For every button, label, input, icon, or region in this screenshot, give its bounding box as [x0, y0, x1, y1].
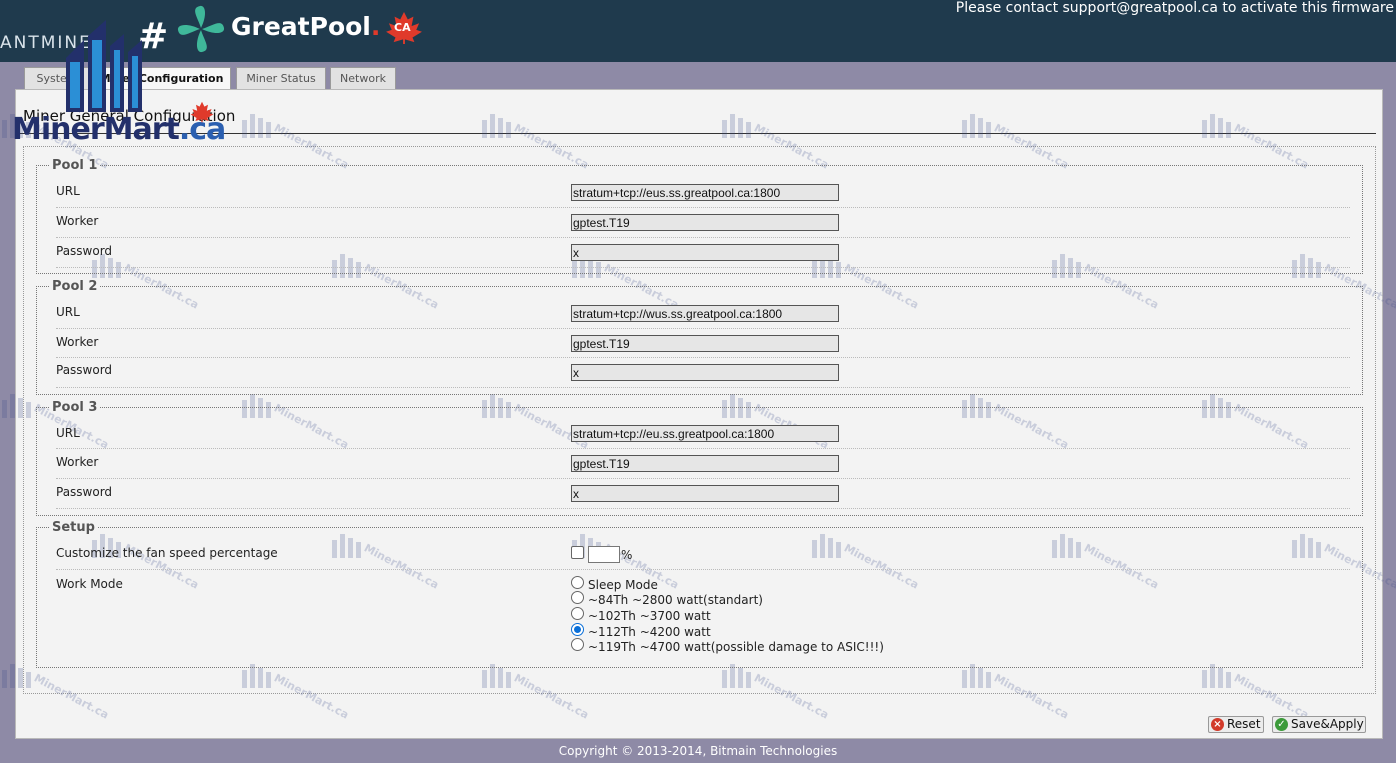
work-mode-label-sleep: Sleep Mode	[588, 578, 658, 592]
pool-1-worker-label: Worker	[56, 214, 99, 228]
pool-2-title: Pool 2	[52, 279, 98, 294]
fan-speed-label: Customize the fan speed percentage	[56, 546, 278, 560]
pool-3-password-label: Password	[56, 485, 113, 499]
pool-1-password-label: Password	[56, 244, 113, 258]
work-mode-label-102th: ~102Th ~3700 watt	[588, 609, 711, 623]
app-header: ANTMINER # GreatPool. CA Please contact …	[0, 0, 1396, 62]
pool-3-url-label: URL	[56, 426, 80, 440]
work-mode-radio-119th[interactable]	[571, 638, 584, 651]
pool-2-url-input[interactable]: stratum+tcp://wus.ss.greatpool.ca:1800	[571, 305, 839, 322]
fan-speed-checkbox[interactable]	[571, 546, 584, 559]
work-mode-label: Work Mode	[56, 577, 123, 591]
work-mode-label-119th: ~119Th ~4700 watt(possible damage to ASI…	[588, 640, 884, 654]
pool-1-url-input[interactable]: stratum+tcp://eus.ss.greatpool.ca:1800	[571, 184, 839, 201]
save-apply-button-label: Save&Apply	[1291, 717, 1364, 731]
tab-miner-status[interactable]: Miner Status	[236, 67, 326, 89]
maple-leaf-icon	[190, 101, 214, 123]
pool-2-worker-input[interactable]: gptest.T19	[571, 335, 839, 352]
pool-2-worker-label: Worker	[56, 335, 99, 349]
reset-button-label: Reset	[1227, 717, 1261, 731]
pool-3-worker-input[interactable]: gptest.T19	[571, 455, 839, 472]
reset-x-icon: ×	[1211, 718, 1224, 731]
footer-copyright: Copyright © 2013-2014, Bitmain Technolog…	[558, 744, 838, 758]
pool-1-worker-input[interactable]: gptest.T19	[571, 214, 839, 231]
fan-speed-input[interactable]	[588, 546, 620, 563]
setup-title: Setup	[52, 520, 95, 535]
fan-speed-row: Customize the fan speed percentage	[56, 540, 1350, 570]
minermart-name: MinerMart	[12, 112, 180, 147]
work-mode-radio-112th[interactable]	[571, 623, 584, 636]
fan-speed-unit: %	[621, 548, 633, 562]
greatpool-dot: .	[370, 12, 381, 41]
save-check-icon: ✓	[1275, 718, 1288, 731]
reset-button[interactable]: × Reset	[1208, 716, 1264, 733]
pool-1-title: Pool 1	[52, 158, 98, 173]
pool-3-password-input[interactable]: x	[571, 485, 839, 502]
ca-badge: CA	[394, 21, 411, 34]
pool-3-worker-label: Worker	[56, 455, 99, 469]
greatpool-logo-text: GreatPool.	[231, 12, 380, 41]
tab-network[interactable]: Network	[330, 67, 396, 89]
pool-1-password-input[interactable]: x	[571, 244, 839, 261]
work-mode-radio-102th[interactable]	[571, 607, 584, 620]
pool-3-title: Pool 3	[52, 400, 98, 415]
pool-2-password-input[interactable]: x	[571, 364, 839, 381]
clover-icon	[177, 5, 225, 53]
work-mode-radio-84th[interactable]	[571, 591, 584, 604]
minermart-bars-icon	[66, 20, 142, 112]
work-mode-radio-sleep[interactable]	[571, 576, 584, 589]
work-mode-label-112th: ~112Th ~4200 watt	[588, 625, 711, 639]
pool-2-url-label: URL	[56, 305, 80, 319]
greatpool-name: GreatPool	[231, 12, 371, 41]
activation-notice: Please contact support@greatpool.ca to a…	[955, 0, 1394, 16]
pool-1-url-label: URL	[56, 184, 80, 198]
work-mode-label-84th: ~84Th ~2800 watt(standart)	[588, 593, 763, 607]
save-apply-button[interactable]: ✓ Save&Apply	[1272, 716, 1366, 733]
pool-3-url-input[interactable]: stratum+tcp://eu.ss.greatpool.ca:1800	[571, 425, 839, 442]
pool-2-password-label: Password	[56, 363, 113, 377]
